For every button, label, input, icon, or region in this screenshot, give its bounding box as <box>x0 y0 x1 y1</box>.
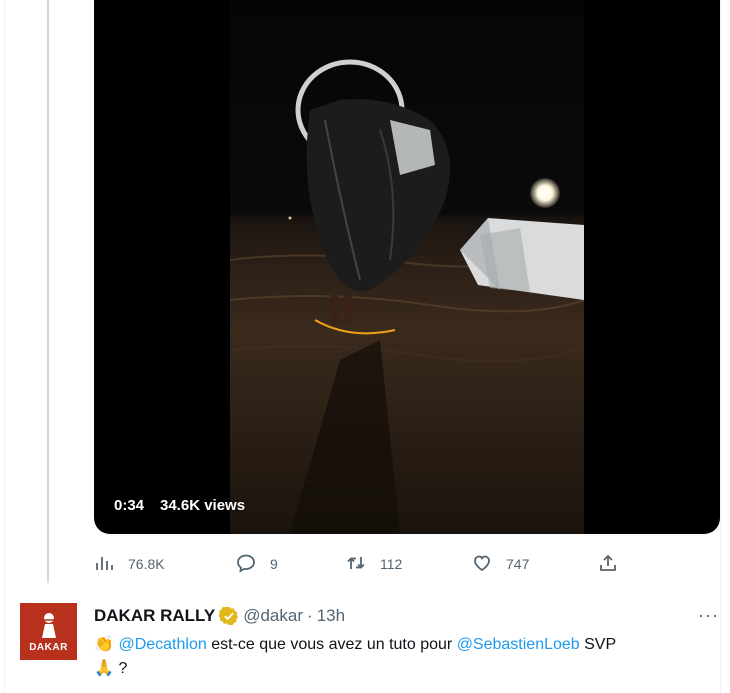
thread-connector-line <box>47 0 49 583</box>
avatar[interactable]: DAKAR <box>20 603 77 660</box>
floodlight <box>530 178 560 208</box>
share-button[interactable] <box>598 550 618 578</box>
retweet-button[interactable]: 112 <box>346 550 402 578</box>
verified-badge-icon <box>219 606 239 626</box>
timeline-left-border <box>4 0 5 693</box>
clapping-hands-emoji: 👏 <box>94 636 114 653</box>
dakar-logo-icon <box>41 613 56 638</box>
reply-button[interactable]: 9 <box>236 550 278 578</box>
video-frame <box>230 0 584 534</box>
display-name[interactable]: DAKAR RALLY <box>94 606 215 626</box>
timeline-right-border <box>720 0 721 693</box>
mention-link[interactable]: @SebastienLoeb <box>457 636 580 653</box>
separator-dot: · <box>307 606 313 625</box>
like-button[interactable]: 747 <box>472 550 529 578</box>
tweet-text-segment: SVP <box>579 636 617 653</box>
like-count: 747 <box>506 556 530 572</box>
analytics-count: 76.8K <box>128 556 165 572</box>
tweet-timestamp[interactable]: 13h <box>317 606 345 626</box>
avatar-logo-text: DAKAR <box>29 642 68 653</box>
mention-link[interactable]: @Decathlon <box>118 636 206 653</box>
tweet-text: 👏 @Decathlon est-ce que vous avez un tut… <box>94 633 704 681</box>
video-duration: 0:34 <box>114 497 145 514</box>
more-options-icon[interactable]: ··· <box>698 605 719 626</box>
tweet-action-bar: 76.8K 9 112 747 <box>94 550 634 578</box>
heart-icon <box>472 553 492 576</box>
video-player[interactable]: 0:34 34.6K views <box>94 0 720 534</box>
analytics-button[interactable]: 76.8K <box>94 550 165 578</box>
tweet-header: DAKAR RALLY @dakar · 13h <box>94 606 345 626</box>
share-icon <box>598 553 618 576</box>
reply-count: 9 <box>270 556 278 572</box>
retweet-count: 112 <box>380 556 403 572</box>
user-handle[interactable]: @dakar <box>243 606 303 626</box>
retweet-icon <box>346 553 366 576</box>
analytics-icon <box>94 553 114 576</box>
video-view-count: 34.6K views <box>160 497 246 514</box>
tweet-text-segment: ? <box>114 660 128 677</box>
video-scene <box>230 59 584 534</box>
reply-icon <box>236 553 256 576</box>
folded-hands-emoji: 🙏 <box>94 660 114 677</box>
tweet-text-segment: est-ce que vous avez un tuto pour <box>206 636 457 653</box>
